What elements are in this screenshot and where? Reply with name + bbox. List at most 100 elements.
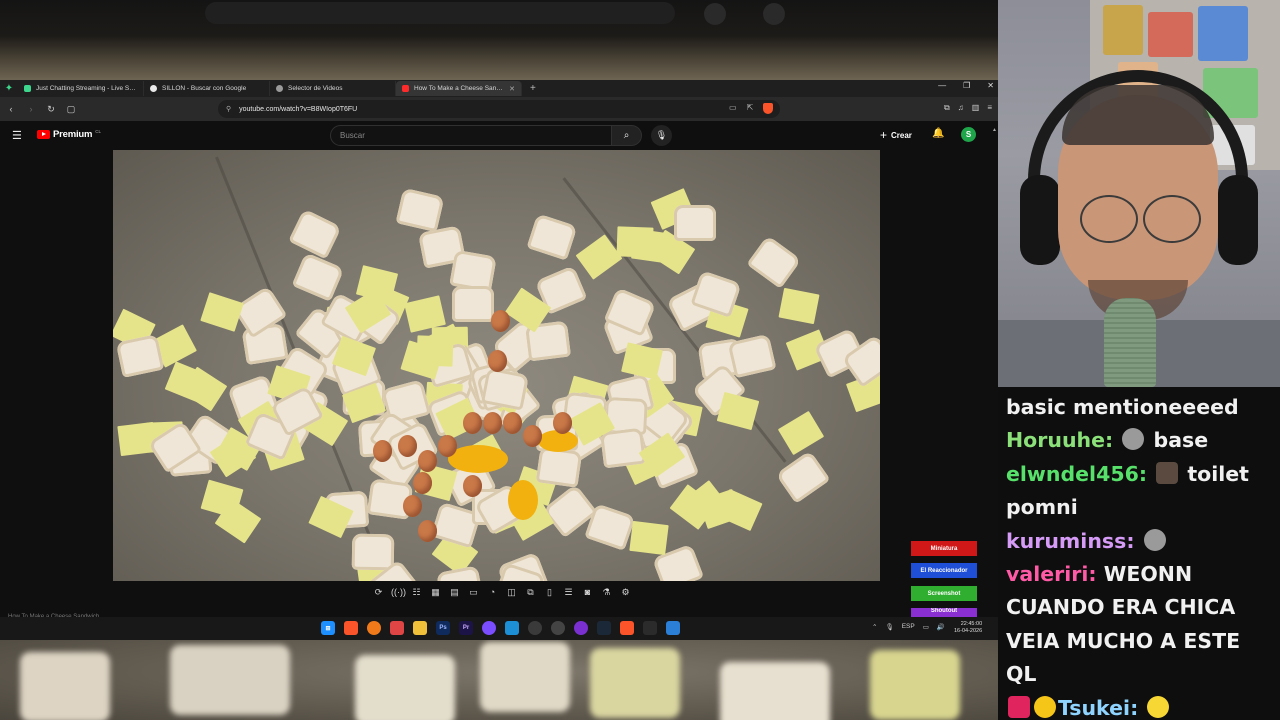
- loop-icon[interactable]: ⟳: [372, 587, 385, 601]
- mic-icon: 🎙: [655, 130, 668, 140]
- forward-icon[interactable]: ›: [26, 104, 36, 114]
- create-button[interactable]: + Crear: [880, 128, 912, 142]
- sunglasses-emote: [1034, 695, 1056, 718]
- layout-icon[interactable]: ☰: [562, 587, 575, 601]
- hamburger-menu-icon[interactable]: ☰: [12, 129, 22, 142]
- bookmark-icon[interactable]: ▢: [66, 104, 76, 115]
- crop-icon[interactable]: ◫: [505, 587, 518, 601]
- bread-slice: [288, 208, 343, 260]
- brave-icon[interactable]: [344, 621, 358, 635]
- reload-icon[interactable]: ↻: [46, 104, 56, 115]
- camera-icon[interactable]: ◙: [581, 587, 594, 601]
- audio-icon[interactable]: ((·)): [391, 587, 406, 601]
- app-icon[interactable]: [528, 621, 542, 635]
- mic-tray-icon[interactable]: 🎙: [885, 623, 893, 631]
- picture-in-picture-icon[interactable]: ⧉: [524, 587, 537, 601]
- youtube-play-icon: [37, 130, 50, 139]
- chat-username[interactable]: valeriri:: [1006, 562, 1097, 586]
- playlist-icon[interactable]: ☷: [410, 587, 423, 601]
- maximize-icon[interactable]: ❐: [963, 81, 970, 90]
- app-icon[interactable]: [505, 621, 519, 635]
- calendar-icon[interactable]: ▦: [429, 587, 442, 601]
- miniatura-button[interactable]: Miniatura: [911, 541, 977, 556]
- tab-label: Just Chatting Streaming - Live Stream: [36, 85, 137, 92]
- taskbar: ⊞ Ps Pr ⌃ 🎙 ESP ▭ 🔊 22:45:00 16-04-2026: [0, 617, 998, 640]
- bread-slice: [395, 188, 445, 233]
- tab-just-chatting[interactable]: Just Chatting Streaming - Live Stream: [18, 81, 144, 96]
- youtube-premium-logo[interactable]: Premium CL: [37, 129, 101, 140]
- url-field[interactable]: ⚲ youtube.com/watch?v=B8WIop0T6FU: [218, 100, 780, 118]
- poster: [1103, 5, 1143, 55]
- sidebar-icon[interactable]: ▥: [972, 103, 980, 113]
- search-button[interactable]: ⌕: [611, 125, 642, 146]
- tab-selector-videos[interactable]: Selector de Videos: [270, 81, 396, 96]
- button-label: El Reaccionador: [920, 567, 968, 574]
- media-icon[interactable]: ♫: [958, 103, 964, 113]
- settings-app-icon[interactable]: [551, 621, 565, 635]
- language-indicator[interactable]: ESP: [902, 623, 915, 631]
- egg: [463, 412, 482, 434]
- chat-username[interactable]: kuruminss:: [1006, 529, 1135, 553]
- badge-icon: [1008, 695, 1030, 718]
- minimize-icon[interactable]: —: [938, 81, 946, 90]
- network-icon[interactable]: ▭: [923, 623, 929, 631]
- site-info-icon[interactable]: ⚲: [226, 105, 231, 113]
- game-icon[interactable]: [390, 621, 404, 635]
- app-icon[interactable]: [482, 621, 496, 635]
- premiere-icon[interactable]: Pr: [459, 621, 473, 635]
- split-icon[interactable]: ▯: [543, 587, 556, 601]
- scroll-up-icon[interactable]: ▲: [992, 127, 997, 133]
- close-window-icon[interactable]: ✕: [987, 81, 994, 90]
- egg: [403, 495, 422, 517]
- brave-icon[interactable]: [620, 621, 634, 635]
- volume-icon[interactable]: 🔊: [937, 623, 945, 631]
- chat-username[interactable]: elwndel456:: [1006, 462, 1147, 486]
- headphone-earcup: [1218, 175, 1258, 265]
- search-app-icon[interactable]: [367, 621, 381, 635]
- video-player[interactable]: [113, 150, 880, 581]
- tab-google-search[interactable]: SILLON - Buscar con Google: [144, 81, 270, 96]
- chevron-up-icon[interactable]: ⌃: [872, 623, 877, 631]
- speed-icon[interactable]: ◔: [486, 587, 499, 601]
- egg-yolk: [508, 480, 538, 520]
- glasses-lens: [1080, 195, 1138, 243]
- tab-youtube-active[interactable]: How To Make a Cheese Sandwich ✕: [396, 81, 522, 96]
- chat-message: Horuuhe: base: [1006, 424, 1272, 457]
- blurred-bread: [480, 642, 570, 712]
- tab-icon[interactable]: ▭: [467, 587, 480, 601]
- cast-icon[interactable]: ▭: [729, 103, 737, 114]
- folder-icon[interactable]: [413, 621, 427, 635]
- extensions-icon[interactable]: ⧉: [944, 103, 950, 113]
- share-icon[interactable]: ⇱: [747, 103, 754, 114]
- egg: [523, 425, 542, 447]
- terminal-icon[interactable]: [643, 621, 657, 635]
- obs-icon[interactable]: [574, 621, 588, 635]
- screenshot-button[interactable]: Screenshot: [911, 586, 977, 601]
- menu-icon[interactable]: ≡: [987, 103, 992, 113]
- flask-icon[interactable]: ⚗: [600, 587, 613, 601]
- shoutout-button[interactable]: Shoutout: [911, 608, 977, 617]
- windows-start-icon[interactable]: ⊞: [321, 621, 335, 635]
- egg: [488, 350, 507, 372]
- blurred-bread: [355, 655, 455, 720]
- chat-username[interactable]: Horuuhe:: [1006, 428, 1113, 452]
- notifications-bell-icon[interactable]: 🔔: [932, 128, 944, 139]
- close-tab-icon[interactable]: ✕: [509, 85, 515, 93]
- avatar[interactable]: S: [961, 127, 976, 142]
- voice-search-button[interactable]: 🎙: [651, 125, 672, 146]
- clock[interactable]: 22:45:00 16-04-2026: [954, 621, 982, 635]
- calculator-icon[interactable]: [666, 621, 680, 635]
- twitch-extension-icon[interactable]: ✦: [0, 80, 18, 97]
- plus-icon: +: [880, 128, 888, 142]
- gear-icon[interactable]: ⚙: [619, 587, 632, 601]
- new-tab-button[interactable]: +: [530, 83, 536, 94]
- photoshop-icon[interactable]: Ps: [436, 621, 450, 635]
- chat-username[interactable]: Tsukei:: [1058, 696, 1138, 720]
- back-icon[interactable]: ‹: [6, 104, 16, 114]
- search-input[interactable]: Buscar: [330, 125, 612, 146]
- frame-icon[interactable]: ▤: [448, 587, 461, 601]
- brave-shields-icon[interactable]: [763, 103, 774, 114]
- steam-icon[interactable]: [597, 621, 611, 635]
- glasses-lens: [1143, 195, 1201, 243]
- el-reaccionador-button[interactable]: El Reaccionador: [911, 563, 977, 578]
